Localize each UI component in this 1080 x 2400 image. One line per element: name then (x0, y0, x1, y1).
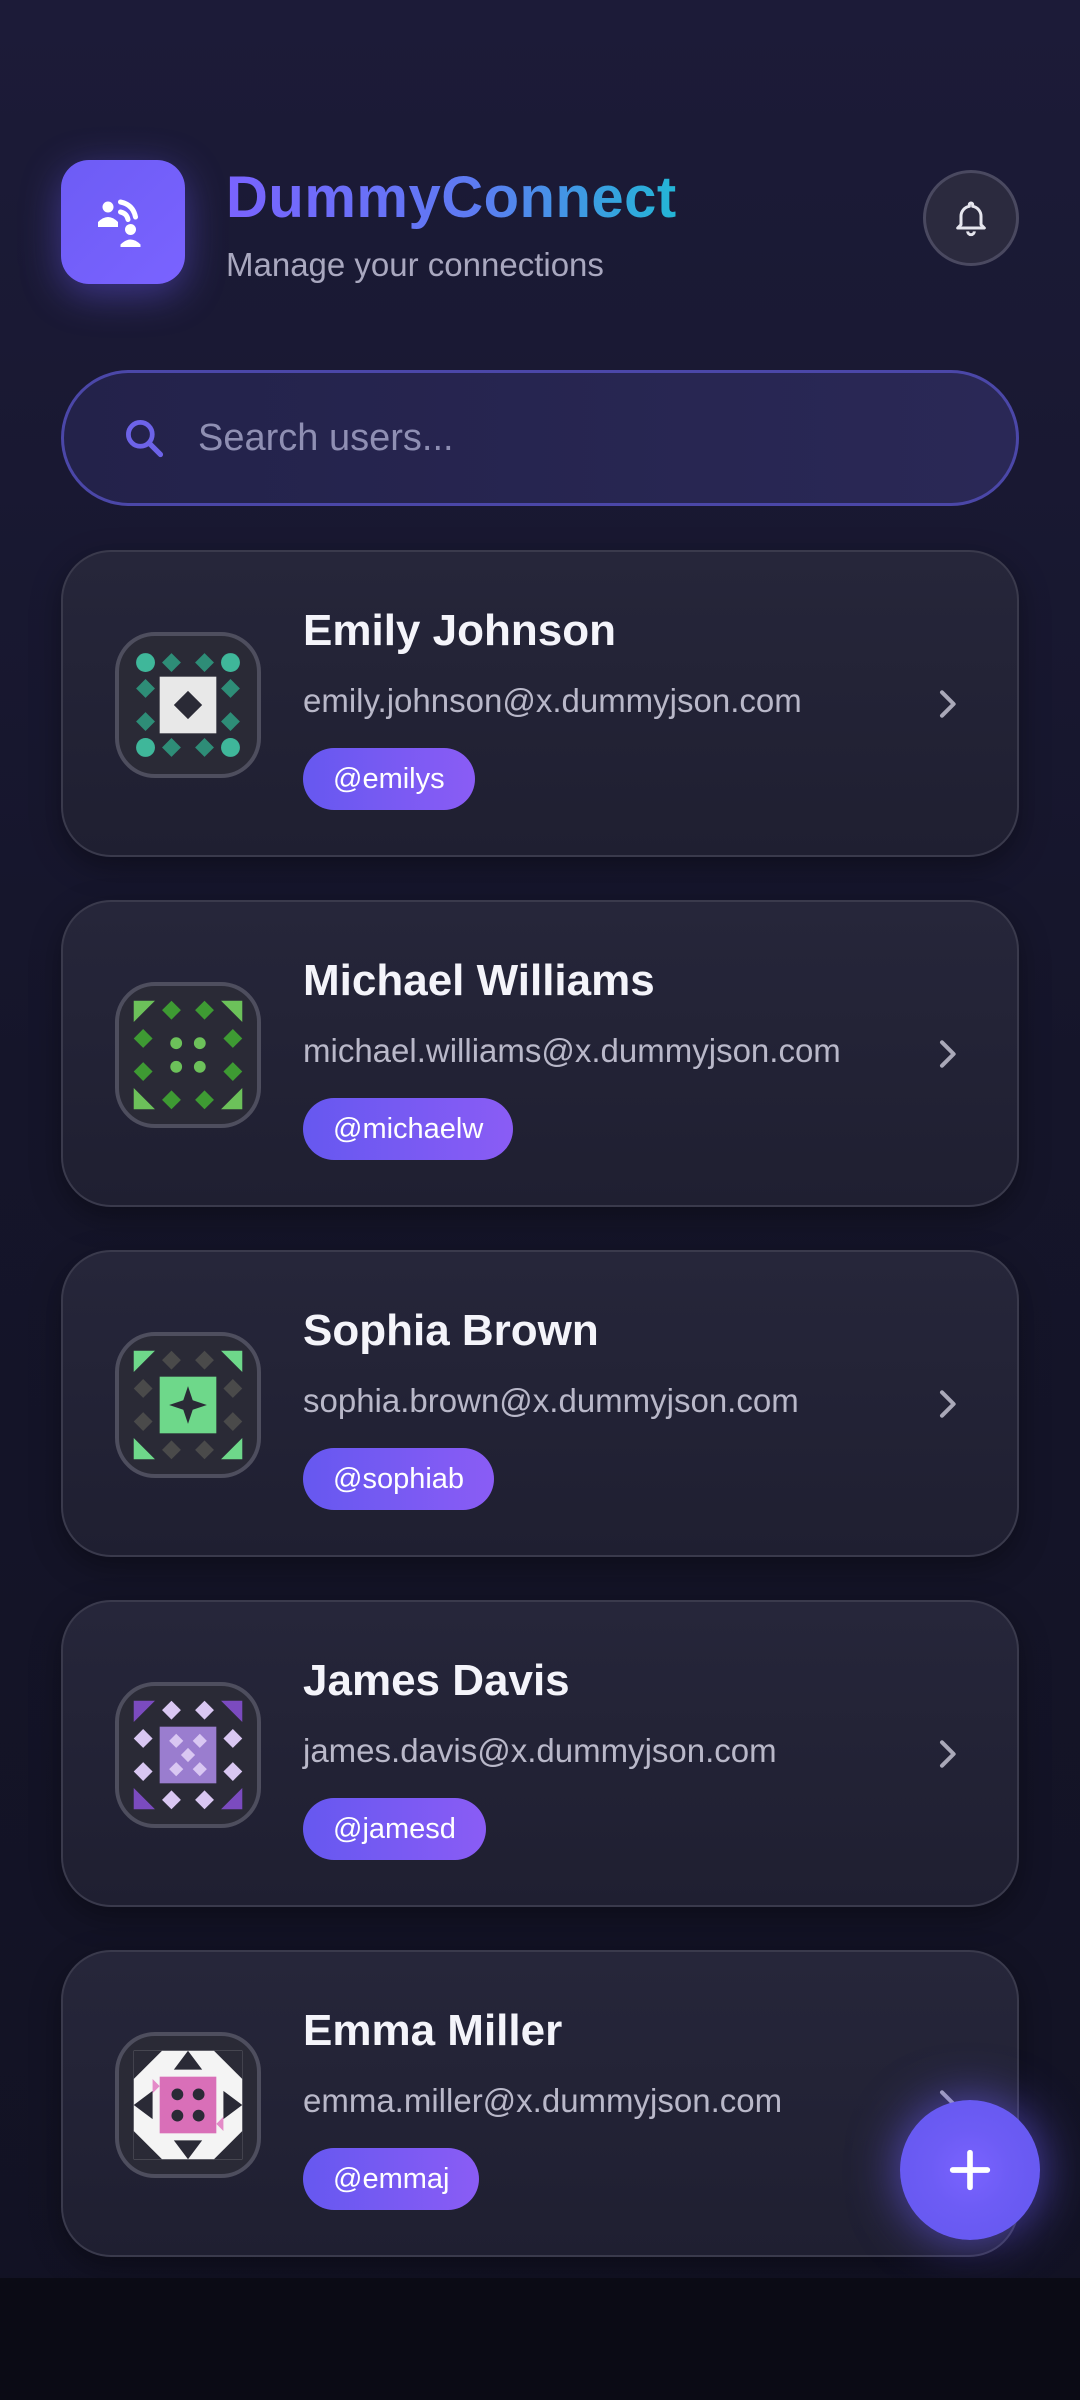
username-badge: @sophiab (303, 1448, 495, 1510)
user-name: Emily Johnson (303, 606, 616, 655)
username-badge: @jamesd (303, 1798, 486, 1860)
user-card[interactable]: James Davis james.davis@x.dummyjson.com … (61, 1600, 1019, 1907)
app-header: DummyConnect Manage your connections (61, 160, 1019, 284)
avatar (115, 632, 261, 778)
user-name: James Davis (303, 1656, 570, 1705)
user-email: michael.williams@x.dummyjson.com (303, 1032, 841, 1069)
user-name: Michael Williams (303, 956, 655, 1005)
user-email: emma.miller@x.dummyjson.com (303, 2082, 783, 2119)
app-logo (61, 160, 185, 284)
user-email: emily.johnson@x.dummyjson.com (303, 682, 802, 719)
avatar (115, 982, 261, 1128)
user-card[interactable]: Sophia Brown sophia.brown@x.dummyjson.co… (61, 1250, 1019, 1557)
chevron-right-icon (925, 1732, 969, 1776)
search-input[interactable] (196, 397, 1016, 479)
user-card[interactable]: Emily Johnson emily.johnson@x.dummyjson.… (61, 550, 1019, 857)
plus-icon (949, 2149, 991, 2191)
app-title: DummyConnect (226, 165, 677, 230)
username-badge: @emilys (303, 748, 475, 810)
user-email: sophia.brown@x.dummyjson.com (303, 1382, 799, 1419)
user-card[interactable]: Michael Williams michael.williams@x.dumm… (61, 900, 1019, 1207)
user-name: Sophia Brown (303, 1306, 599, 1355)
system-navigation-bar (0, 2278, 1080, 2400)
notifications-button[interactable] (923, 170, 1019, 266)
search-icon (120, 414, 168, 462)
chevron-right-icon (925, 1032, 969, 1076)
username-badge: @michaelw (303, 1098, 514, 1160)
avatar (115, 1332, 261, 1478)
app-subtitle: Manage your connections (226, 246, 604, 283)
bell-icon (956, 201, 986, 237)
search-bar[interactable] (61, 370, 1019, 506)
add-user-button[interactable] (900, 2100, 1040, 2240)
chevron-right-icon (925, 682, 969, 726)
connection-icon (98, 199, 141, 247)
chevron-right-icon (925, 1382, 969, 1426)
username-badge: @emmaj (303, 2148, 480, 2210)
avatar (115, 2032, 261, 2178)
user-card[interactable]: Emma Miller emma.miller@x.dummyjson.com … (61, 1950, 1019, 2257)
avatar (115, 1682, 261, 1828)
user-name: Emma Miller (303, 2006, 563, 2055)
user-email: james.davis@x.dummyjson.com (303, 1732, 777, 1769)
